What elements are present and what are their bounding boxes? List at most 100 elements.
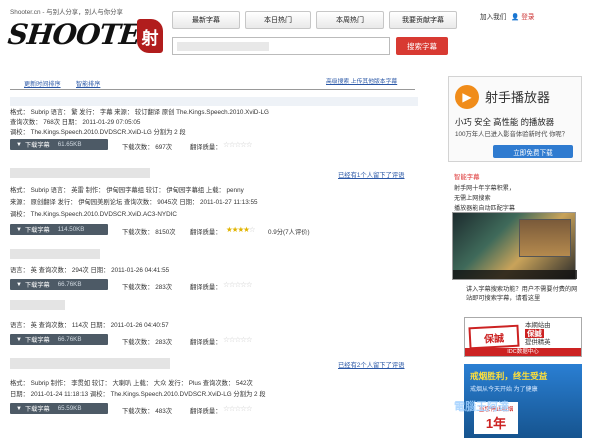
- download-arrow-icon: ▼: [16, 226, 22, 233]
- download-label: 下载字幕: [24, 227, 50, 234]
- nav-weekly-hot[interactable]: 本周热门: [316, 11, 384, 29]
- nav-latest[interactable]: 最新字幕: [172, 11, 240, 29]
- download-count: 下载次数： 483次: [122, 408, 173, 415]
- file-size: 66.76KB: [57, 281, 82, 288]
- result-meta-1: 格式： Subrip 语言： 繁 发行： 字幕 来源： 较订翻译 原创 The.…: [10, 109, 269, 116]
- watermark: 電腦王阿達: [454, 401, 509, 413]
- download-label: 下载字幕: [24, 406, 50, 413]
- download-arrow-icon: ▼: [16, 281, 22, 288]
- ad2-headline: 戒烟胜利，终生受益: [470, 371, 548, 381]
- nav-daily-hot[interactable]: 本日热门: [245, 11, 311, 29]
- player-ad[interactable]: ▶ 射手播放器 小巧 安全 高性能 的播放器 100万年人已进入影音体验新时代 …: [448, 76, 582, 162]
- result-meta-3: 调校： The.Kings.Speech.2010.DVDSCR.XviD.AC…: [10, 211, 177, 218]
- tab-sort-smart[interactable]: 智能排序: [76, 79, 100, 88]
- features-title: 智能字幕: [454, 174, 480, 181]
- ad2-sub: 戒烟从今天开始 为了健康: [470, 387, 538, 393]
- comment-link[interactable]: 已经有1个人留下了评语: [338, 170, 404, 179]
- file-size: 114.50KB: [57, 226, 85, 233]
- title-redacted: [10, 358, 170, 369]
- idc-badge: 保誠: [525, 329, 544, 338]
- file-size: 65.59KB: [57, 405, 82, 412]
- idc-text: 本網站由 保誠 提供精英: [525, 322, 551, 347]
- download-arrow-icon: ▼: [16, 405, 22, 412]
- screenshot-thumbnail: [519, 219, 571, 257]
- result-meta-1: 语言： 英 查询次数： 114次 日期： 2011-01-26 04:40:57: [10, 322, 169, 329]
- result-item: 语言： 英 查询次数： 294次 日期： 2011-01-26 04:41:55…: [10, 247, 418, 295]
- title-redacted: [10, 300, 65, 310]
- download-button[interactable]: ▼ 下载字幕 114.50KB: [10, 224, 108, 235]
- nav-contribute[interactable]: 我要贡献字幕: [389, 11, 457, 29]
- search-button[interactable]: 搜索字幕: [396, 37, 448, 55]
- result-band: [10, 97, 418, 106]
- download-button[interactable]: ▼ 下载字幕 66.76KB: [10, 279, 108, 290]
- feature-line: 播放器能自动匹配字幕: [454, 205, 515, 212]
- search-input[interactable]: [172, 37, 390, 55]
- comment-link[interactable]: 已经有2个人留下了评语: [338, 360, 404, 369]
- title-redacted: [10, 168, 150, 178]
- player-download-button[interactable]: 立即免费下载: [493, 145, 573, 158]
- join-link[interactable]: 加入我们: [480, 14, 506, 21]
- download-label: 下载字幕: [24, 282, 50, 289]
- rating-stars[interactable]: ☆☆☆☆☆: [223, 140, 253, 149]
- result-meta-2: 来源： 原创翻译 发行： 伊甸园美剧论坛 查询次数： 9045次 日期： 201…: [10, 199, 258, 206]
- rating-stars[interactable]: ☆☆☆☆☆: [223, 404, 253, 413]
- rating-label: 翻译质量：: [190, 229, 222, 236]
- rating-stars[interactable]: ☆☆☆☆☆: [223, 335, 253, 344]
- star-icon: ☆☆☆☆☆: [223, 140, 253, 149]
- rating-label: 翻译质量：: [190, 408, 222, 415]
- idc-stamp: 保誠: [468, 324, 520, 350]
- download-arrow-icon: ▼: [16, 141, 22, 148]
- result-item: 已经有1个人留下了评语 格式： Subrip 语言： 英雷 制作： 伊甸园字幕组…: [10, 166, 418, 244]
- idc-bottom: IDC数据中心: [465, 348, 581, 356]
- top-links: 加入我们 👤 登录: [480, 11, 534, 21]
- site-tagline: Shooter.cn - 与别人分享，别人与你分享: [10, 9, 123, 16]
- logo-seal: 射: [137, 19, 163, 53]
- result-meta-1: 格式： Subrip 语言： 英雷 制作： 伊甸园字幕组 较订： 伊甸园字幕组 …: [10, 187, 244, 194]
- star-icon: ☆☆☆☆☆: [223, 404, 253, 413]
- rating-label: 翻译质量：: [190, 284, 222, 291]
- page: Shooter.cn - 与别人分享，别人与你分享 SHOOTER 射 最新字幕…: [0, 0, 590, 438]
- play-icon: ▶: [455, 85, 479, 109]
- feature-line: 射手网十年字幕积累，: [454, 185, 515, 192]
- tab-sort-updated[interactable]: 更新时间排序: [24, 79, 61, 88]
- download-count: 下载次数： 8150次: [122, 229, 176, 236]
- result-item: 语言： 英 查询次数： 114次 日期： 2011-01-26 04:40:57…: [10, 298, 418, 348]
- download-label: 下载字幕: [24, 142, 50, 149]
- title-redacted: [10, 249, 100, 259]
- search-input-value-redacted: [177, 42, 269, 51]
- download-count: 下载次数： 283次: [122, 339, 173, 346]
- idc-ad[interactable]: 保誠 本網站由 保誠 提供精英 IDC数据中心: [464, 317, 582, 357]
- player-desc: 100万年人已进入影音体验新时代 你呢？: [455, 131, 569, 138]
- download-count: 下载次数： 697次: [122, 144, 173, 151]
- download-arrow-icon: ▼: [16, 336, 22, 343]
- rating-score: 0.9分(7人评价): [268, 229, 310, 236]
- rating-label: 翻译质量：: [190, 144, 222, 151]
- result-meta-1: 格式： Subrip 制作： 李贯如 较订： 大喇叭 上载： 大众 发行： Pl…: [10, 380, 253, 387]
- player-slogan: 小巧 安全 高性能 的播放器: [455, 117, 555, 127]
- rating-stars[interactable]: ☆☆☆☆☆: [223, 280, 253, 289]
- screenshot-controls: [453, 270, 577, 279]
- file-size: 66.76KB: [57, 336, 82, 343]
- sidebar-note[interactable]: 讲入字幕搜索功能？用户不需要付费的网站即可搜索字幕，请看这里: [466, 286, 578, 303]
- result-meta-2: 查询次数： 768次 日期： 2011-01-29 07:05:05: [10, 119, 141, 126]
- advanced-search-links[interactable]: 高级搜索 上传其他版本字幕: [326, 76, 397, 85]
- player-title: 射手播放器: [485, 90, 551, 105]
- result-meta-2: 日期： 2011-01-24 11:18:13 调校： The.Kings.Sp…: [10, 391, 266, 398]
- player-screenshot[interactable]: [452, 212, 577, 280]
- result-meta-3: 调校： The.Kings.Speech.2010.DVDSCR.XviD-LG…: [10, 129, 186, 136]
- download-count: 下载次数： 283次: [122, 284, 173, 291]
- download-button[interactable]: ▼ 下载字幕 66.76KB: [10, 334, 108, 345]
- idc-line-2: 提供精英: [525, 339, 551, 346]
- star-icon: ☆☆☆☆☆: [223, 280, 253, 289]
- rating-stars[interactable]: ★★★★☆: [226, 225, 256, 234]
- login-link[interactable]: 登录: [521, 14, 534, 21]
- rating-label: 翻译质量：: [190, 339, 222, 346]
- user-icon: 👤: [511, 14, 520, 21]
- download-button[interactable]: ▼ 下载字幕 61.65KB: [10, 139, 108, 150]
- star-icon: ☆☆☆☆☆: [223, 335, 253, 344]
- download-button[interactable]: ▼ 下载字幕 65.59KB: [10, 403, 108, 414]
- download-label: 下载字幕: [24, 337, 50, 344]
- result-meta-1: 语言： 英 查询次数： 294次 日期： 2011-01-26 04:41:55: [10, 267, 170, 274]
- file-size: 61.65KB: [57, 141, 82, 148]
- feature-line: 无需上网搜索: [454, 195, 491, 202]
